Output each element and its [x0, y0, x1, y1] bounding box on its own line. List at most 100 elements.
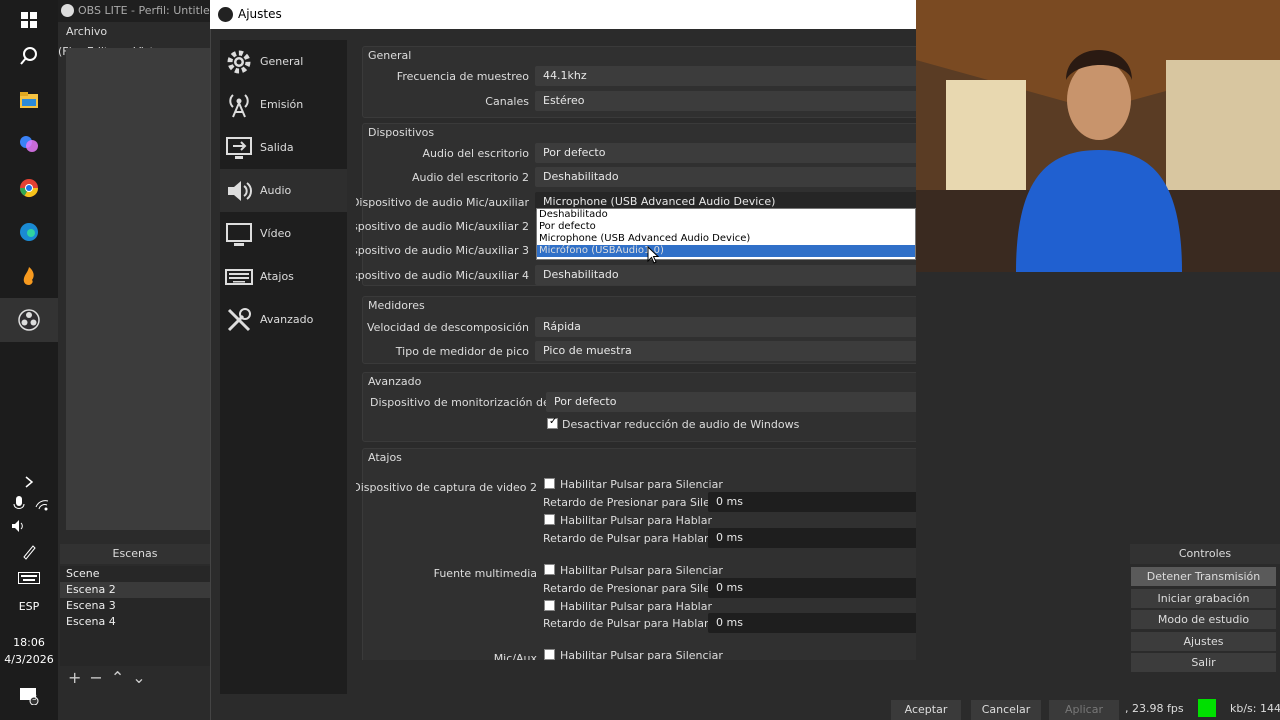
push-to-talk-checkbox[interactable] [544, 514, 555, 525]
push-to-mute-checkbox[interactable] [544, 564, 555, 575]
cancel-button[interactable]: Cancelar [971, 700, 1041, 720]
dropdown-option[interactable]: Micrófono (USBAudio1.0) [537, 245, 915, 257]
add-icon[interactable]: + [68, 668, 81, 687]
speaker-icon[interactable] [7, 514, 31, 538]
copilot-icon[interactable] [17, 132, 41, 156]
move-down-icon[interactable]: ⌄ [132, 668, 145, 687]
windows-taskbar: ESP 18:06 4/3/2026 3 [0, 0, 58, 720]
monitor-output-icon [224, 133, 254, 163]
settings-content: General Frecuencia de muestreo 44.1khz C… [356, 40, 916, 660]
sidebar-item-general[interactable]: General [220, 40, 347, 83]
apply-button[interactable]: Aplicar [1049, 700, 1119, 720]
group-title: Atajos [368, 451, 402, 464]
disable-ducking-checkbox[interactable] [547, 416, 558, 429]
decay-rate-label: Velocidad de descomposición [366, 321, 529, 334]
webcam-overlay [916, 0, 1280, 272]
push-to-mute-delay-input[interactable]: 0 ms [708, 578, 916, 598]
group-title: Avanzado [368, 375, 422, 388]
decay-rate-select[interactable]: Rápida [535, 317, 916, 337]
scenes-list: Scene Escena 2 Escena 3 Escena 4 [60, 566, 210, 666]
start-recording-button[interactable]: Iniciar grabación [1131, 589, 1276, 608]
scene-item[interactable]: Scene [60, 566, 210, 582]
advanced-group: Avanzado Dispositivo de monitorización d… [362, 372, 916, 442]
monitoring-device-select[interactable]: Por defecto [546, 392, 916, 412]
keyboard-icon[interactable] [17, 566, 41, 590]
push-to-mute-checkbox[interactable] [544, 649, 555, 660]
obs-logo-icon [61, 4, 74, 17]
desktop-audio-label: Audio del escritorio [422, 147, 529, 160]
obs-preview [66, 48, 210, 530]
sidebar-item-label: Emisión [260, 98, 304, 111]
studio-mode-button[interactable]: Modo de estudio [1131, 610, 1276, 629]
chrome-icon[interactable] [17, 176, 41, 200]
scene-item[interactable]: Escena 2 [60, 582, 210, 598]
notification-count: 3 [32, 693, 38, 702]
dropdown-option[interactable]: Por defecto [537, 221, 915, 233]
meters-group: Medidores Velocidad de descomposición Rá… [362, 296, 916, 364]
hotkey-source-label: Mic/Aux [493, 652, 537, 660]
push-to-mute-checkbox[interactable] [544, 478, 555, 489]
mouse-cursor-icon [647, 245, 660, 267]
sidebar-item-video[interactable]: Vídeo [220, 212, 347, 255]
ok-button[interactable]: Aceptar [891, 700, 961, 720]
sidebar-item-label: General [260, 55, 304, 68]
settings-button[interactable]: Ajustes [1131, 632, 1276, 651]
dropdown-option[interactable]: Deshabilitado [537, 209, 915, 221]
chevron-right-icon[interactable] [17, 470, 41, 494]
push-to-mute-label: Habilitar Pulsar para Silenciar [560, 649, 723, 660]
notification-icon[interactable]: 3 [17, 684, 41, 708]
scene-item[interactable]: Escena 3 [60, 598, 210, 614]
group-title: General [368, 49, 412, 62]
push-to-mute-delay-input[interactable]: 0 ms [708, 492, 916, 512]
edge-icon[interactable] [17, 220, 41, 244]
desktop-audio-select[interactable]: Por defecto [535, 143, 916, 163]
peak-meter-label: Tipo de medidor de pico [395, 345, 529, 358]
mic-aux-4-select[interactable]: Deshabilitado [535, 265, 916, 285]
stop-streaming-button[interactable]: Detener Transmisión [1131, 567, 1276, 586]
stream-health-indicator [1198, 699, 1216, 717]
mic-aux-3-label: Dispositivo de audio Mic/auxiliar 3 [356, 244, 529, 257]
windows-start-icon[interactable] [17, 8, 41, 32]
pen-icon[interactable] [17, 540, 41, 564]
sidebar-item-output[interactable]: Salida [220, 126, 347, 169]
language-indicator[interactable]: ESP [0, 600, 58, 613]
push-to-talk-delay-input[interactable]: 0 ms [708, 528, 916, 548]
file-explorer-icon[interactable] [17, 88, 41, 112]
dialog-titlebar: Ajustes [210, 0, 916, 29]
sample-rate-select[interactable]: 44.1khz [535, 66, 916, 86]
monitor-icon [224, 219, 254, 249]
dropdown-option[interactable]: Microphone (USB Advanced Audio Device) [537, 233, 915, 245]
scene-item[interactable]: Escena 4 [60, 614, 210, 630]
push-to-mute-label: Habilitar Pulsar para Silenciar [560, 478, 723, 491]
settings-sidebar: General Emisión Salida Audio Vídeo Atajo… [220, 40, 347, 694]
clock-date[interactable]: 4/3/2026 [0, 653, 58, 666]
dialog-title: Ajustes [238, 7, 282, 21]
status-bar: , 23.98 fps kb/s: 1445 [1125, 698, 1280, 720]
sidebar-item-stream[interactable]: Emisión [220, 83, 347, 126]
sidebar-item-label: Vídeo [260, 227, 292, 240]
peak-meter-select[interactable]: Pico de muestra [535, 341, 916, 361]
push-to-talk-delay-label: Retardo de Pulsar para Hablar [543, 532, 709, 545]
channels-select[interactable]: Estéreo [535, 91, 916, 111]
desktop-audio-2-select[interactable]: Deshabilitado [535, 167, 916, 187]
push-to-talk-delay-input[interactable]: 0 ms [708, 613, 916, 633]
remove-icon[interactable]: − [89, 668, 102, 687]
sidebar-item-audio[interactable]: Audio [220, 169, 347, 212]
sidebar-item-hotkeys[interactable]: Atajos [220, 255, 347, 298]
microphone-icon[interactable] [7, 492, 31, 516]
push-to-talk-checkbox[interactable] [544, 600, 555, 611]
mic-aux-2-label: Dispositivo de audio Mic/auxiliar 2 [356, 220, 529, 233]
fps-readout: , 23.98 fps [1125, 702, 1184, 715]
disable-ducking-label: Desactivar reducción de audio de Windows [562, 418, 800, 431]
wifi-icon[interactable] [30, 492, 54, 516]
obs-icon[interactable] [17, 308, 41, 332]
search-icon[interactable] [17, 44, 41, 68]
obs-logo-icon [218, 7, 233, 22]
sidebar-item-advanced[interactable]: Avanzado [220, 298, 347, 341]
clock-time[interactable]: 18:06 [0, 636, 58, 649]
move-up-icon[interactable]: ⌃ [111, 668, 124, 687]
obs-menubar: Archivo (F)EditarVista [58, 22, 218, 58]
gear-icon [224, 47, 254, 77]
fl-studio-icon[interactable] [17, 264, 41, 288]
exit-button[interactable]: Salir [1131, 653, 1276, 672]
